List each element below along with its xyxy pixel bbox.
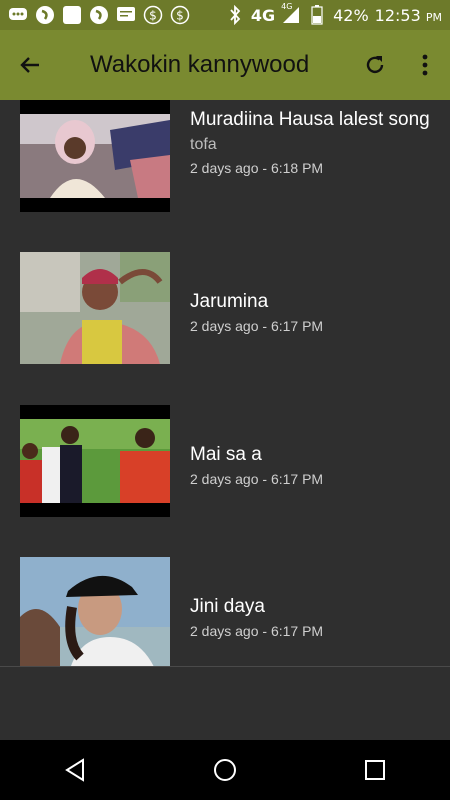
bluetooth-icon bbox=[225, 5, 245, 25]
notification-icons: $ $ bbox=[8, 5, 190, 25]
app-icon bbox=[89, 5, 109, 25]
page-title: Wakokin kannywood bbox=[90, 51, 310, 78]
dollar-icon: $ bbox=[143, 5, 163, 25]
bottom-empty-area bbox=[0, 666, 450, 740]
list-item[interactable]: Jarumina 2 days ago - 6:17 PM bbox=[0, 252, 450, 382]
video-thumbnail[interactable] bbox=[20, 252, 170, 364]
signal-icon: 4G bbox=[281, 2, 301, 25]
video-title: Muradiina Hausa lalest song bbox=[190, 109, 430, 130]
clock-ampm: PM bbox=[425, 10, 442, 24]
video-time: 2 days ago - 6:17 PM bbox=[190, 471, 324, 487]
video-info: Jarumina 2 days ago - 6:17 PM bbox=[190, 290, 430, 334]
video-title: Jarumina bbox=[190, 291, 269, 312]
triangle-back-icon bbox=[65, 758, 84, 782]
video-time: 2 days ago - 6:17 PM bbox=[190, 623, 324, 639]
refresh-icon bbox=[366, 56, 384, 74]
system-nav-bar bbox=[0, 740, 450, 800]
network-type-superscript: 4G bbox=[281, 2, 293, 11]
battery-icon bbox=[307, 5, 327, 25]
arrow-left-icon bbox=[20, 57, 39, 73]
square-recents-icon bbox=[365, 760, 385, 780]
battery-percent: 42% bbox=[333, 5, 369, 25]
list-item[interactable]: Jini daya 2 days ago - 6:17 PM bbox=[0, 557, 450, 666]
clock-time: 12:53 bbox=[374, 5, 421, 25]
clock: 12:53 PM bbox=[375, 6, 442, 25]
svg-text:$: $ bbox=[176, 9, 184, 23]
video-thumbnail[interactable] bbox=[20, 557, 170, 666]
list-item[interactable]: Mai sa a 2 days ago - 6:17 PM bbox=[0, 405, 450, 535]
video-author: tofa bbox=[190, 136, 217, 153]
video-thumbnail[interactable] bbox=[20, 100, 170, 212]
message-icon bbox=[116, 5, 136, 25]
back-button[interactable] bbox=[0, 30, 60, 100]
more-options-button[interactable] bbox=[400, 30, 450, 100]
square-icon bbox=[62, 5, 82, 25]
more-vert-icon bbox=[422, 54, 428, 76]
app-bar: Wakokin kannywood bbox=[0, 30, 450, 100]
video-time: 2 days ago - 6:18 PM bbox=[190, 160, 324, 176]
video-title: Jini daya bbox=[190, 596, 265, 617]
video-time: 2 days ago - 6:17 PM bbox=[190, 318, 324, 334]
circle-home-icon bbox=[214, 759, 236, 781]
video-title: Mai sa a bbox=[190, 444, 262, 465]
status-right: 4G 4G 42% 12:53 PM bbox=[225, 2, 442, 25]
video-info: Muradiina Hausa lalest song tofa 2 days … bbox=[190, 108, 430, 176]
app-icon bbox=[35, 5, 55, 25]
video-thumbnail[interactable] bbox=[20, 405, 170, 517]
dollar-icon: $ bbox=[170, 5, 190, 25]
nav-home-button[interactable] bbox=[195, 740, 255, 800]
chat-icon bbox=[8, 5, 28, 25]
video-list: Muradiina Hausa lalest song tofa 2 days … bbox=[0, 100, 450, 666]
network-type: 4G bbox=[250, 5, 276, 25]
list-item[interactable]: Muradiina Hausa lalest song tofa 2 days … bbox=[0, 100, 450, 230]
svg-text:$: $ bbox=[149, 9, 157, 23]
status-bar: $ $ 4G 4G 42% 12:53 PM bbox=[0, 0, 450, 30]
refresh-button[interactable] bbox=[350, 30, 400, 100]
video-info: Jini daya 2 days ago - 6:17 PM bbox=[190, 595, 430, 639]
video-info: Mai sa a 2 days ago - 6:17 PM bbox=[190, 443, 430, 487]
nav-recents-button[interactable] bbox=[345, 740, 405, 800]
nav-back-button[interactable] bbox=[45, 740, 105, 800]
